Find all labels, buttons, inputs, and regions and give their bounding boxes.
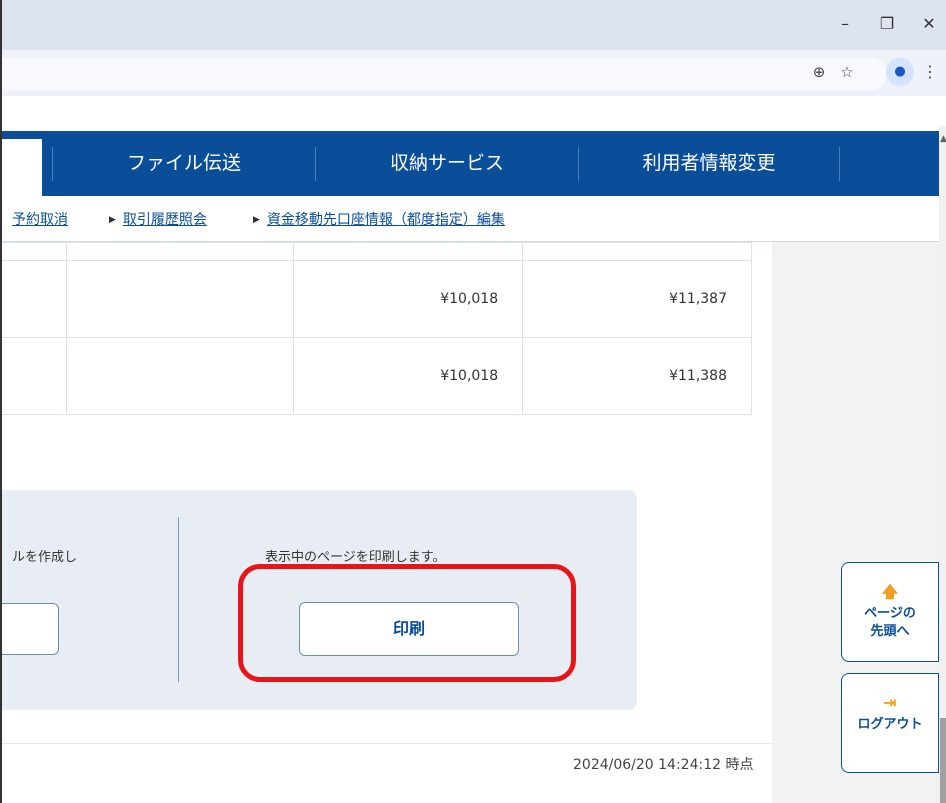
logout-icon: ⇥ [883, 693, 897, 712]
nav-tab-user-info[interactable]: 利用者情報変更 [580, 131, 838, 196]
timestamp: 2024/06/20 14:24:12 時点 [573, 757, 754, 773]
minimize-button[interactable]: – [830, 14, 860, 33]
link-label: 取引履歴照会 [122, 212, 207, 228]
scrollbar-thumb[interactable] [940, 718, 946, 803]
link-reservation-cancel[interactable]: 予約取消 [12, 209, 68, 229]
divider [178, 517, 179, 682]
close-button[interactable]: ✕ [914, 14, 944, 33]
file-create-description: ルを作成し [12, 550, 78, 565]
footer-divider [2, 743, 772, 744]
table-row: ¥10,018 ¥11,387 [2, 260, 752, 338]
scroll-up-icon[interactable]: ▲ [940, 134, 946, 144]
nav-tab-active[interactable] [2, 139, 42, 196]
logout-button[interactable]: ⇥ ログアウト [841, 673, 939, 773]
address-bar[interactable]: ⊕ ☆ [2, 58, 887, 90]
link-account-info-edit[interactable]: ▶ 資金移動先口座情報（都度指定）編集 [253, 209, 505, 229]
balance-cell: ¥11,387 [522, 260, 752, 338]
transfer-table: ¥10,018 ¥11,387 ¥10,018 ¥11,388 [2, 242, 752, 415]
amount-cell: ¥10,018 [293, 337, 524, 415]
amount-cell: ¥10,018 [293, 260, 524, 338]
nav-separator [315, 147, 316, 181]
nav-separator [839, 147, 840, 181]
nav-separator [52, 147, 53, 181]
arrow-up-icon: 🡅 [881, 582, 899, 601]
action-box: ルを作成し 表示中のページを印刷します。 印刷 [2, 490, 637, 710]
nav-tab-file-transfer[interactable]: ファイル伝送 [54, 131, 314, 196]
browser-titlebar: – ❐ ✕ [0, 0, 946, 50]
restore-button[interactable]: ❐ [872, 14, 902, 33]
profile-avatar-icon[interactable]: ● [886, 58, 914, 86]
browser-toolbar: ⊕ ☆ ● ⋮ [0, 50, 946, 96]
file-create-button[interactable] [2, 603, 59, 655]
bookmark-star-icon[interactable]: ☆ [836, 63, 858, 81]
zoom-icon[interactable]: ⊕ [808, 63, 830, 81]
link-label: 資金移動先口座情報（都度指定）編集 [266, 212, 505, 228]
print-description: 表示中のページを印刷します。 [265, 550, 446, 565]
logout-label: ログアウト [857, 717, 923, 732]
balance-cell: ¥11,388 [522, 337, 752, 415]
page-top-label-2: 先頭へ [870, 624, 910, 639]
nav-separator [578, 147, 579, 181]
sub-navigation: 予約取消 ▶ 取引履歴照会 ▶ 資金移動先口座情報（都度指定）編集 [2, 196, 940, 242]
link-transaction-history[interactable]: ▶ 取引履歴照会 [109, 209, 207, 229]
scrollbar[interactable] [939, 126, 946, 803]
page-top-label-1: ページの [864, 606, 916, 621]
content-panel: ¥10,018 ¥11,387 ¥10,018 ¥11,388 ルを作成し 表示… [2, 242, 772, 742]
browser-menu-icon[interactable]: ⋮ [922, 62, 938, 81]
main-navbar: ファイル伝送 収納サービス 利用者情報変更 [2, 131, 940, 196]
triangle-right-icon: ▶ [253, 215, 260, 225]
page-top-button[interactable]: 🡅 ページの 先頭へ [841, 562, 939, 662]
page-viewport: ファイル伝送 収納サービス 利用者情報変更 予約取消 ▶ 取引履歴照会 ▶ 資金移動… [0, 96, 946, 803]
table-row: ¥10,018 ¥11,388 [2, 337, 752, 415]
triangle-right-icon: ▶ [109, 215, 116, 225]
highlight-annotation [238, 564, 576, 682]
table-row [2, 242, 752, 261]
nav-tab-payment-service[interactable]: 収納サービス [317, 131, 577, 196]
